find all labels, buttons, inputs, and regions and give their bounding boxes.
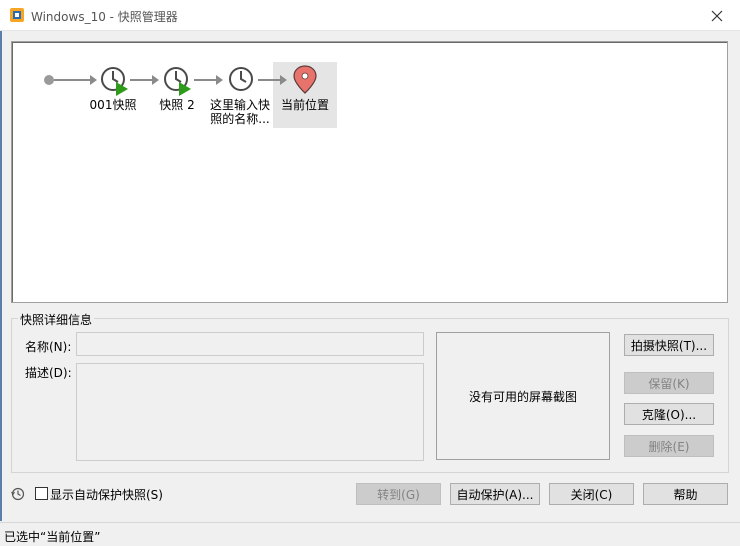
- status-divider: [0, 522, 740, 523]
- close-icon: [711, 10, 723, 21]
- description-label: 描述(D):: [25, 366, 72, 380]
- close-button[interactable]: 关闭(C): [549, 483, 634, 505]
- goto-button[interactable]: 转到(G): [356, 483, 441, 505]
- clock-icon[interactable]: [164, 67, 191, 96]
- keep-button[interactable]: 保留(K): [624, 372, 714, 394]
- timeline-root-dot: [44, 75, 54, 85]
- connector-arrow-icon: [216, 75, 223, 85]
- window-left-edge: [0, 31, 2, 521]
- snapshot-label-line: 照的名称...: [210, 112, 270, 126]
- snapshot-details-title: 快照详细信息: [18, 311, 95, 328]
- no-screenshot-text: 没有可用的屏幕截图: [468, 389, 577, 404]
- close-window-button[interactable]: [694, 0, 740, 31]
- take-snapshot-button[interactable]: 拍摄快照(T)...: [624, 334, 714, 356]
- location-pin-icon[interactable]: [293, 65, 317, 94]
- current-position-label[interactable]: 当前位置: [275, 98, 335, 112]
- autoprotect-button[interactable]: 自动保护(A)...: [450, 483, 540, 505]
- description-field[interactable]: [76, 363, 424, 461]
- snapshot-label[interactable]: 快照 2: [152, 98, 202, 112]
- name-label: 名称(N):: [25, 340, 72, 354]
- help-button[interactable]: 帮助: [643, 483, 728, 505]
- show-autoprotect-checkbox[interactable]: [35, 487, 48, 500]
- vmware-app-icon: [10, 8, 24, 22]
- title-bar: Windows_10 - 快照管理器: [0, 0, 740, 31]
- connector-arrow-icon: [90, 75, 97, 85]
- snapshot-timeline-panel[interactable]: 001快照 快照 2 这里输入快 照的名称... 当前位置: [11, 41, 728, 303]
- status-text: 已选中“当前位置”: [4, 530, 101, 544]
- clock-icon[interactable]: [101, 67, 128, 96]
- screenshot-preview: 没有可用的屏幕截图: [436, 332, 610, 460]
- delete-button[interactable]: 删除(E): [624, 435, 714, 457]
- connector-arrow-icon: [280, 75, 287, 85]
- snapshot-label[interactable]: 这里输入快 照的名称...: [205, 98, 275, 126]
- show-autoprotect-label[interactable]: 显示自动保护快照(S): [50, 486, 163, 503]
- history-icon: [11, 487, 25, 501]
- clone-button[interactable]: 克隆(O)...: [624, 403, 714, 425]
- snapshot-label-line: 这里输入快: [209, 98, 270, 112]
- clock-icon[interactable]: [229, 67, 253, 91]
- name-field[interactable]: [76, 332, 424, 356]
- snapshot-label[interactable]: 001快照: [88, 98, 138, 112]
- connector-arrow-icon: [152, 75, 159, 85]
- window-title: Windows_10 - 快照管理器: [31, 10, 178, 24]
